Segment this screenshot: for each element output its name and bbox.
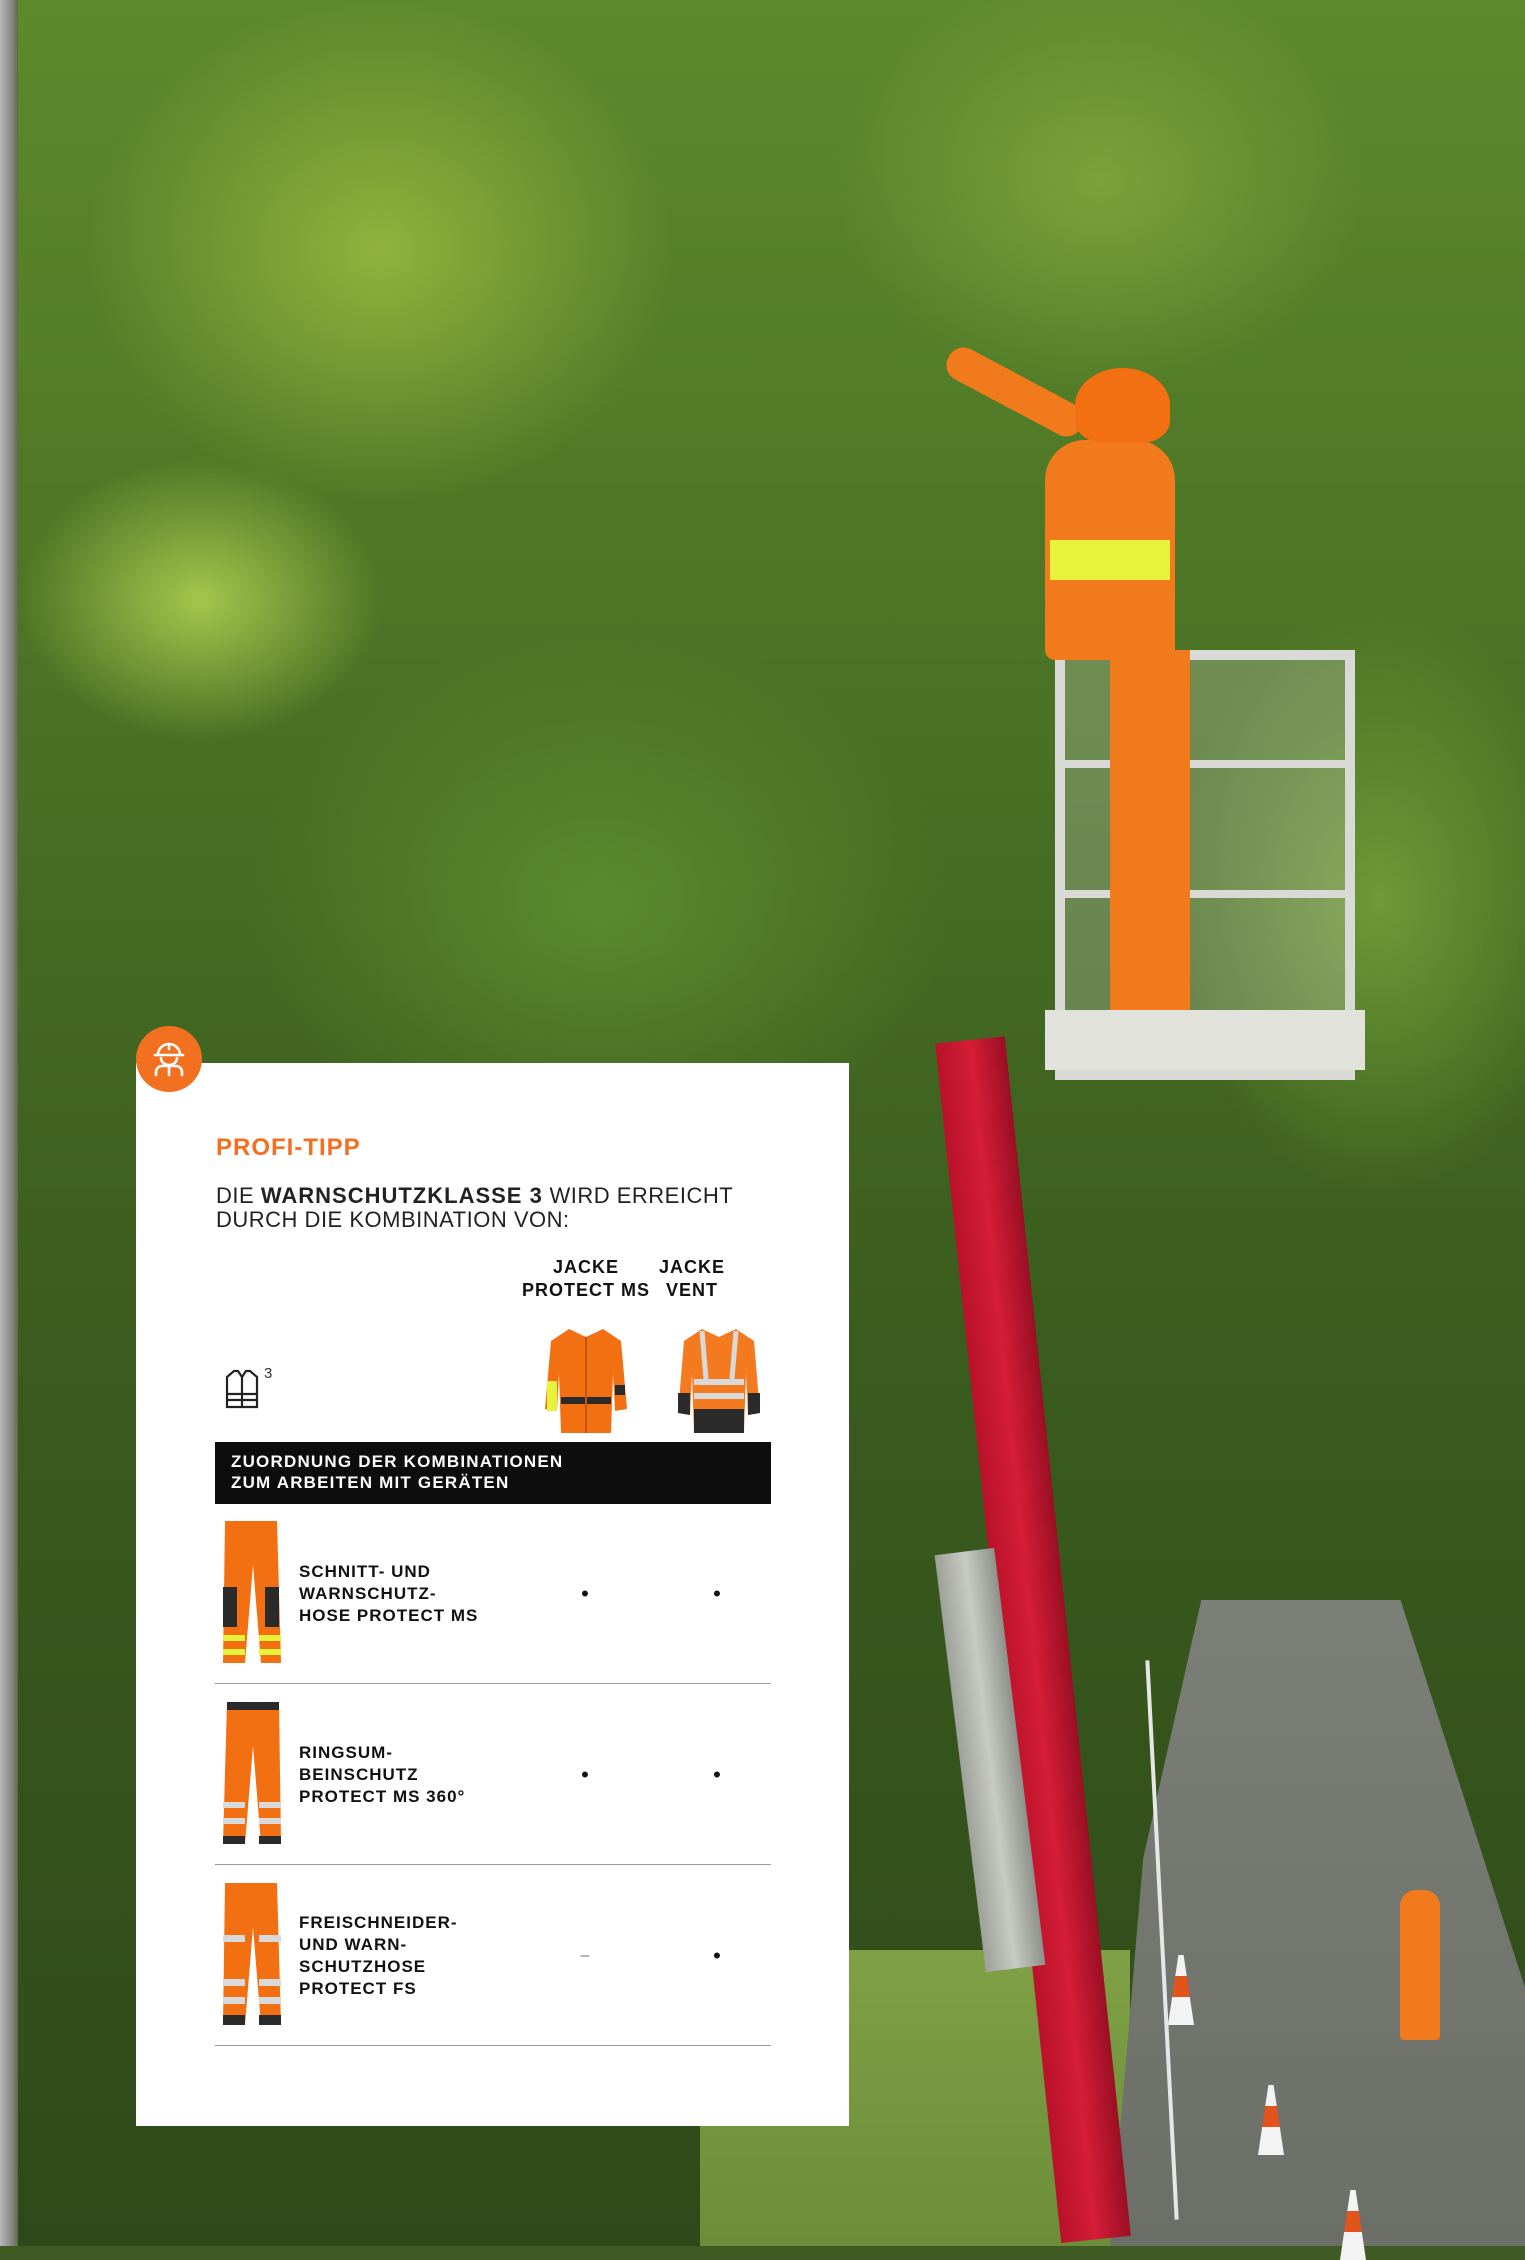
photo-worker-legs — [1110, 650, 1190, 1010]
row-mark-jacke-protect-ms: – — [580, 1946, 590, 1964]
photo-worker-reflective-stripe — [1050, 540, 1170, 580]
row-divider — [215, 2045, 771, 2046]
photo-worker-helmet — [1075, 368, 1170, 443]
profi-tipp-card: PROFI-TIPP DIE WARNSCHUTZKLASSE 3 WIRD E… — [136, 1063, 849, 2126]
jacket-protect-ms-image — [545, 1329, 627, 1433]
card-title: PROFI-TIPP — [216, 1134, 361, 1161]
worker-helmet-icon — [136, 1026, 202, 1092]
table-row: FREISCHNEIDER- UND WARN- SCHUTZHOSE PROT… — [215, 1865, 771, 2046]
pants-protect-fs-image — [223, 1883, 281, 2025]
intro-bold: WARNSCHUTZKLASSE 3 — [260, 1183, 543, 1208]
leg-protection-360-image — [223, 1702, 281, 1844]
row-label-freischneider-warnschutzhose: FREISCHNEIDER- UND WARN- SCHUTZHOSE PROT… — [299, 1912, 458, 1998]
combination-section-header: ZUORDNUNG DER KOMBINATIONEN ZUM ARBEITEN… — [215, 1442, 771, 1504]
row-mark-jacke-vent: • — [713, 1942, 721, 1968]
warning-vest-class-icon — [225, 1369, 259, 1409]
row-mark-jacke-protect-ms: • — [581, 1580, 589, 1606]
table-row: RINGSUM- BEINSCHUTZ PROTECT MS 360° • • — [215, 1684, 771, 1865]
warning-class-number: 3 — [264, 1365, 273, 1382]
pants-protect-ms-image — [223, 1521, 281, 1663]
table-row: SCHNITT- UND WARNSCHUTZ- HOSE PROTECT MS… — [215, 1503, 771, 1684]
photo-basket-rail — [1055, 760, 1355, 768]
column-header-jacke-vent: JACKE VENT — [658, 1257, 725, 1300]
page-fold — [0, 0, 18, 2246]
photo-ground-worker — [1400, 1890, 1440, 2040]
row-label-ringsum-beinschutz: RINGSUM- BEINSCHUTZ PROTECT MS 360° — [299, 1742, 466, 1806]
intro-text: DIE WARNSCHUTZKLASSE 3 WIRD ERREICHT DUR… — [216, 1184, 776, 1232]
photo-basket-rail — [1055, 890, 1355, 898]
row-label-schnitt-warnschutzhose: SCHNITT- UND WARNSCHUTZ- HOSE PROTECT MS — [299, 1561, 479, 1625]
combination-section-header-text: ZUORDNUNG DER KOMBINATIONEN ZUM ARBEITEN… — [231, 1452, 564, 1492]
row-mark-jacke-protect-ms: • — [581, 1761, 589, 1787]
row-mark-jacke-vent: • — [713, 1761, 721, 1787]
row-mark-jacke-vent: • — [713, 1580, 721, 1606]
jacket-vent-image — [678, 1329, 760, 1433]
photo-basket-floor — [1045, 1010, 1365, 1070]
intro-prefix: DIE — [216, 1183, 255, 1208]
